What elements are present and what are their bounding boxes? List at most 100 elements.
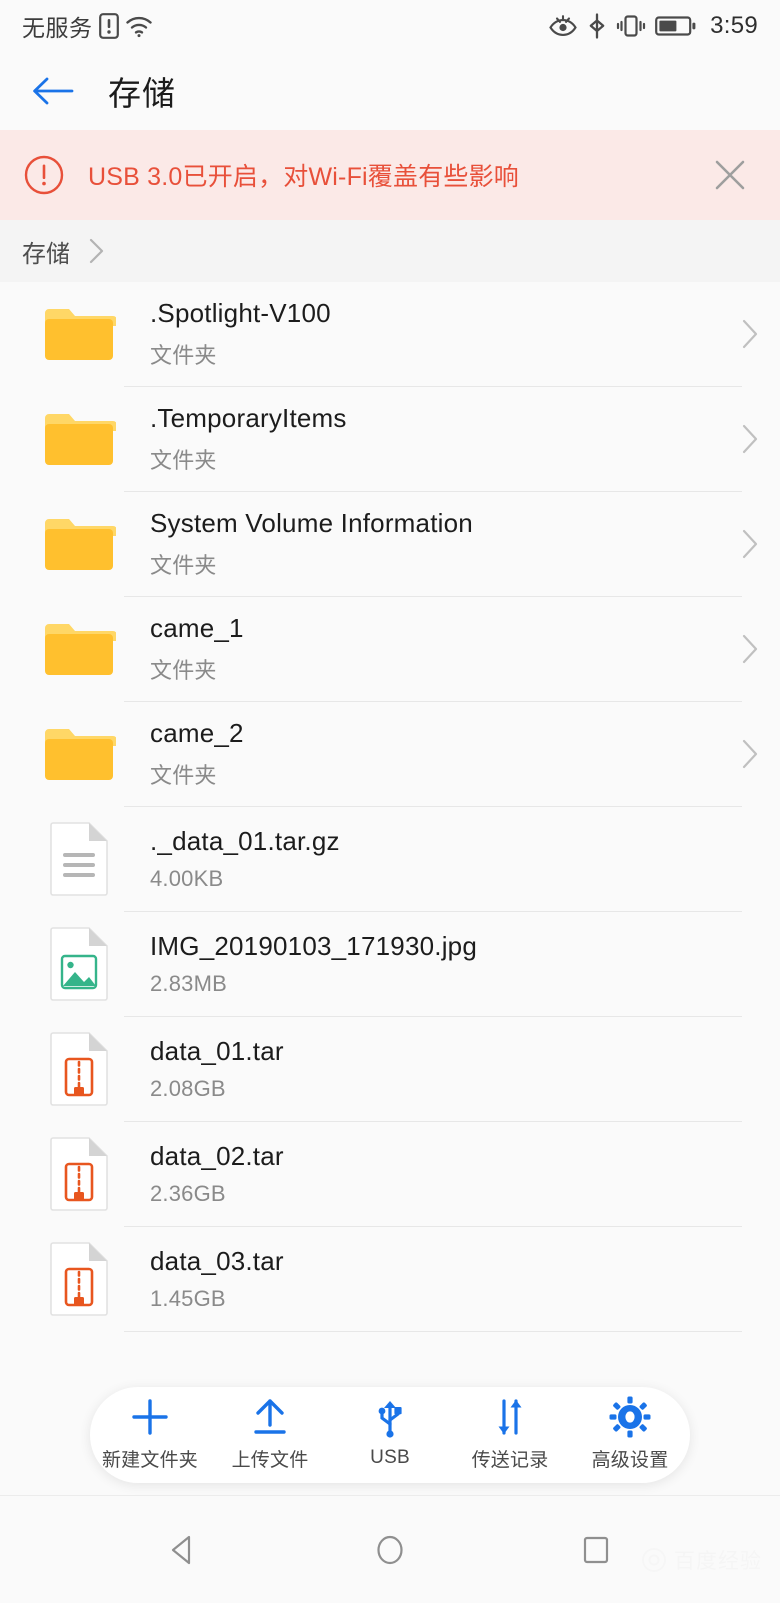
file-subtitle: 文件夹 [150,763,217,788]
plus-icon [128,1398,172,1439]
watermark-text: 百度经验 [674,1550,762,1573]
chevron-right-icon [742,424,758,454]
file-list-item[interactable]: data_01.tar 2.08GB [0,1017,780,1121]
file-list-item[interactable]: ._data_01.tar.gz 4.00KB [0,807,780,911]
image-file-icon [42,926,116,1002]
folder-icon [42,724,116,784]
open-folder-chevron-icon[interactable] [720,422,780,456]
action-button[interactable]: 上传文件 [210,1387,330,1483]
file-item-meta: data_03.tar 1.45GB [150,1246,720,1312]
file-name: data_02.tar [150,1141,284,1171]
status-bar: 无服务 3:59 [0,0,780,52]
folder-icon [45,519,116,570]
folder-icon [45,414,116,465]
folder-icon [42,619,116,679]
wifi-icon [125,14,153,38]
nav-home-circle-icon[interactable] [358,1518,422,1582]
title-bar: 存储 [0,52,780,130]
action-button-label: 高级设置 [591,1449,669,1471]
nav-back-triangle-icon[interactable] [152,1518,216,1582]
open-folder-chevron-icon[interactable] [720,317,780,351]
file-name: IMG_20190103_171930.jpg [150,931,477,961]
transfer-records-icon [488,1398,532,1439]
archive-file-icon [50,1032,108,1106]
file-subtitle: 2.36GB [150,1181,226,1206]
archive-file-icon [42,1031,116,1107]
eye-comfort-icon [548,14,578,38]
folder-icon [45,309,116,360]
chevron-right-icon [86,236,108,266]
action-button[interactable]: 传送记录 [450,1387,570,1483]
folder-icon [42,514,116,574]
file-item-meta: came_1 文件夹 [150,613,720,685]
document-file-icon [42,821,116,897]
nav-recents-square-icon[interactable] [564,1518,628,1582]
file-item-meta: .TemporaryItems 文件夹 [150,403,720,475]
file-name: System Volume Information [150,508,473,538]
open-folder-chevron-icon[interactable] [720,632,780,666]
file-name: data_03.tar [150,1246,284,1276]
phone-screen: 无服务 3:59 存储 USB 3.0已开启，对Wi-Fi覆盖有些影响 存储 .… [0,0,780,1603]
archive-file-icon [42,1241,116,1317]
file-subtitle: 文件夹 [150,448,217,473]
file-list-item[interactable]: System Volume Information 文件夹 [0,492,780,596]
image-file-icon [50,927,108,1001]
file-list-item[interactable]: .TemporaryItems 文件夹 [0,387,780,491]
file-item-meta: came_2 文件夹 [150,718,720,790]
file-subtitle: 文件夹 [150,343,217,368]
close-icon[interactable] [702,147,758,203]
file-name: came_2 [150,718,244,748]
file-list-item[interactable]: data_02.tar 2.36GB [0,1122,780,1226]
document-file-icon [50,822,108,896]
archive-file-icon [50,1242,108,1316]
action-button-label: USB [370,1447,410,1468]
clock-label: 3:59 [710,12,758,39]
gear-icon [608,1396,652,1439]
file-subtitle: 1.45GB [150,1286,226,1311]
file-item-meta: ._data_01.tar.gz 4.00KB [150,826,720,892]
status-bar-left: 无服务 [22,9,153,43]
back-arrow-icon[interactable] [26,64,80,118]
file-subtitle: 文件夹 [150,658,217,683]
file-item-meta: IMG_20190103_171930.jpg 2.83MB [150,931,720,997]
vibrate-icon [616,13,646,39]
file-name: .Spotlight-V100 [150,298,331,328]
action-bar: 新建文件夹 上传文件 USB 传送记录 高级设置 [90,1387,690,1483]
chevron-right-icon [742,634,758,664]
open-folder-chevron-icon[interactable] [720,737,780,771]
file-list: .Spotlight-V100 文件夹 .TemporaryItems 文件夹 … [0,282,780,1332]
upload-icon [248,1398,292,1439]
action-button[interactable]: 新建文件夹 [90,1387,210,1483]
bluetooth-icon [587,13,607,39]
action-button[interactable]: USB [330,1387,450,1483]
file-name: .TemporaryItems [150,403,347,433]
status-bar-right: 3:59 [548,12,758,40]
file-subtitle: 2.83MB [150,971,228,996]
file-list-item[interactable]: .Spotlight-V100 文件夹 [0,282,780,386]
archive-file-icon [50,1137,108,1211]
file-list-item[interactable]: IMG_20190103_171930.jpg 2.83MB [0,912,780,1016]
file-name: came_1 [150,613,244,643]
watermark-logo-icon [642,1548,666,1572]
usb-warning-banner: USB 3.0已开启，对Wi-Fi覆盖有些影响 [0,130,780,220]
battery-icon [655,14,697,38]
file-subtitle: 文件夹 [150,553,217,578]
chevron-right-icon [742,739,758,769]
breadcrumb-item-storage[interactable]: 存储 [22,234,70,269]
action-button-label: 新建文件夹 [101,1449,198,1471]
file-list-item[interactable]: came_1 文件夹 [0,597,780,701]
breadcrumb[interactable]: 存储 [0,220,780,282]
page-title: 存储 [108,75,176,112]
folder-icon [42,409,116,469]
file-item-meta: data_02.tar 2.36GB [150,1141,720,1207]
banner-message: USB 3.0已开启，对Wi-Fi覆盖有些影响 [88,163,520,191]
file-list-item[interactable]: came_2 文件夹 [0,702,780,806]
system-navigation-bar: 百度经验 [0,1495,780,1603]
file-list-item[interactable]: data_03.tar 1.45GB [0,1227,780,1331]
file-name: data_01.tar [150,1036,284,1066]
open-folder-chevron-icon[interactable] [720,527,780,561]
action-button[interactable]: 高级设置 [570,1387,690,1483]
archive-file-icon [42,1136,116,1212]
file-item-meta: .Spotlight-V100 文件夹 [150,298,720,370]
file-subtitle: 4.00KB [150,866,224,891]
